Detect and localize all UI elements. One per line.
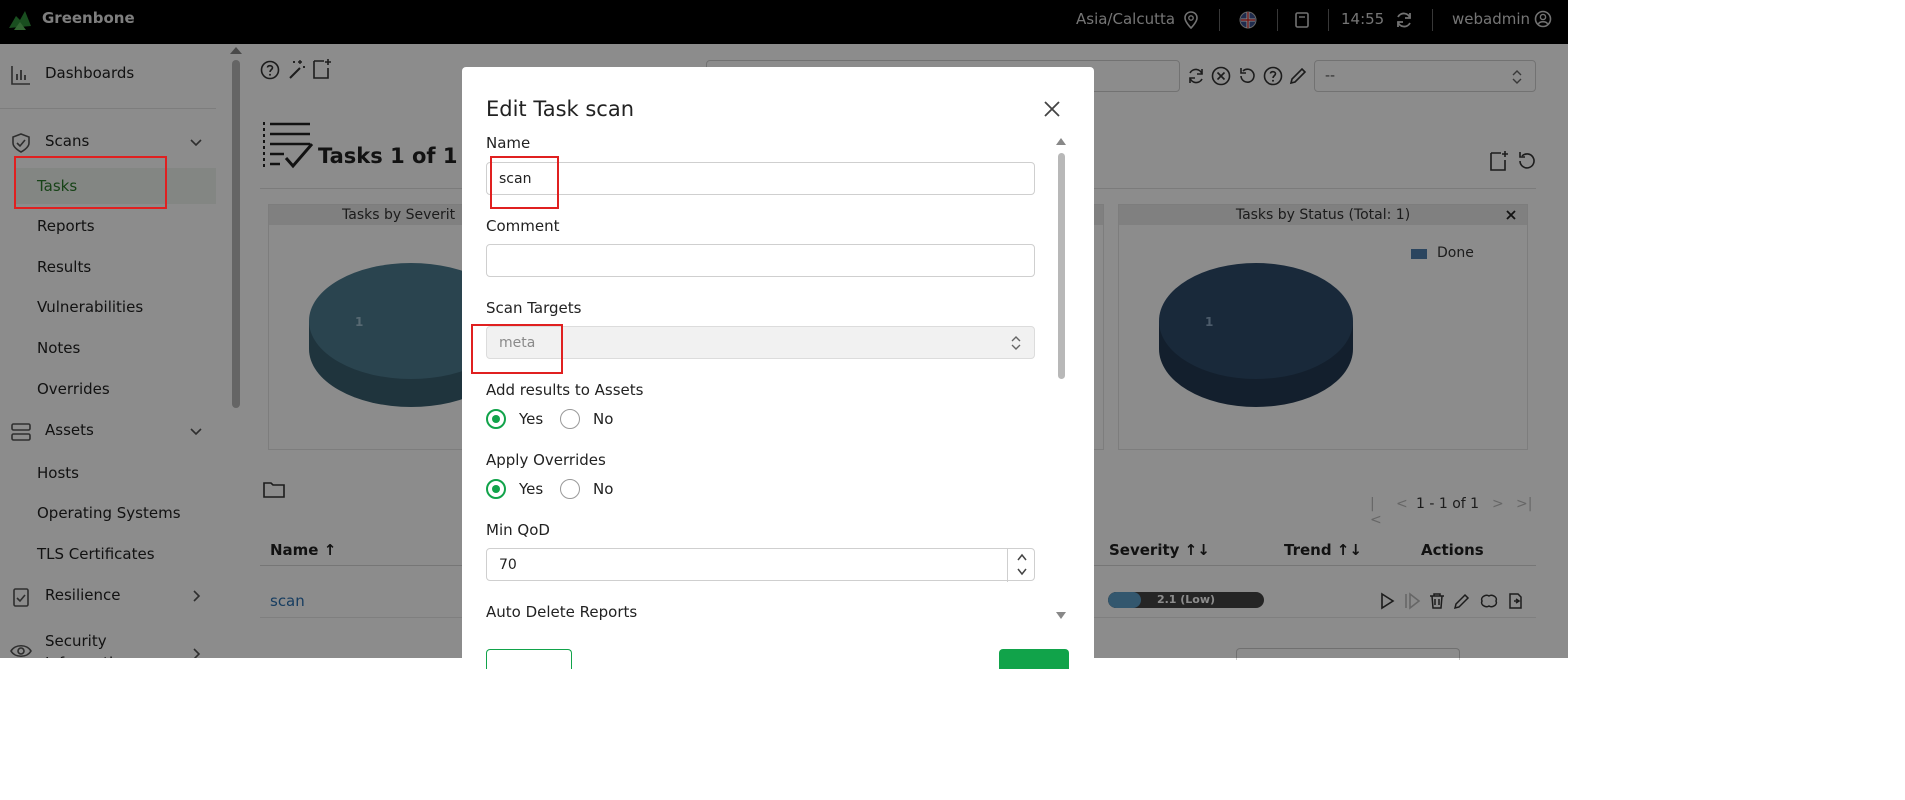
dialog-title: Edit Task scan: [486, 97, 635, 121]
annotation-box-target: [471, 324, 563, 374]
add-assets-yes-radio[interactable]: [486, 409, 506, 429]
cancel-button[interactable]: [486, 649, 572, 669]
add-assets-no-radio[interactable]: [560, 409, 580, 429]
radio-label: No: [593, 480, 614, 498]
apply-overrides-yes-radio[interactable]: [486, 479, 506, 499]
radio-label: No: [593, 410, 614, 428]
min-qod-value: 70: [499, 557, 517, 573]
min-qod-input[interactable]: 70: [486, 548, 1036, 582]
min-qod-label: Min QoD: [486, 521, 550, 539]
add-assets-label: Add results to Assets: [486, 381, 644, 399]
name-input[interactable]: scan: [486, 162, 1035, 195]
name-label: Name: [486, 134, 531, 152]
decrement-icon[interactable]: [1016, 567, 1028, 577]
scan-targets-label: Scan Targets: [486, 299, 582, 317]
scan-targets-select[interactable]: meta: [486, 326, 1035, 359]
auto-delete-label: Auto Delete Reports: [486, 603, 638, 621]
annotation-box-tasks: [14, 156, 167, 209]
up-down-chevron-icon: [1011, 336, 1021, 350]
comment-label: Comment: [486, 217, 560, 235]
apply-overrides-label: Apply Overrides: [486, 451, 606, 469]
min-qod-stepper: [1007, 549, 1036, 582]
annotation-box-name: [490, 156, 559, 209]
close-icon[interactable]: [1042, 99, 1062, 119]
save-button[interactable]: [999, 649, 1069, 669]
radio-label: Yes: [519, 480, 544, 498]
dialog-scroll-down[interactable]: [1056, 612, 1066, 619]
dialog-scroll-up[interactable]: [1056, 138, 1066, 145]
radio-label: Yes: [519, 410, 544, 428]
dialog-scrollbar[interactable]: [1058, 153, 1065, 379]
comment-input[interactable]: [486, 244, 1035, 277]
apply-overrides-no-radio[interactable]: [560, 479, 580, 499]
increment-icon[interactable]: [1016, 552, 1028, 562]
